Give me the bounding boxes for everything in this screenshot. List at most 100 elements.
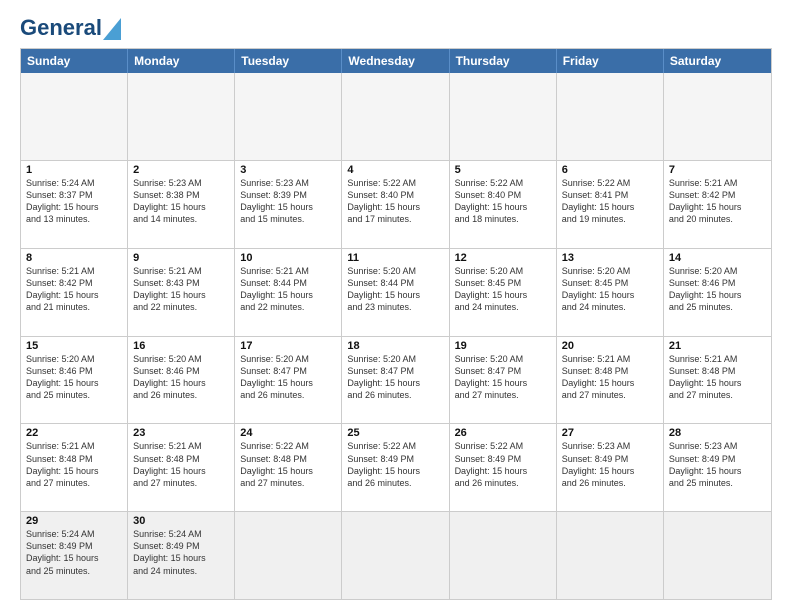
day-info: Sunrise: 5:21 AMSunset: 8:44 PMDaylight:… xyxy=(240,265,336,314)
calendar-cell-3: 3Sunrise: 5:23 AMSunset: 8:39 PMDaylight… xyxy=(235,161,342,248)
day-number: 9 xyxy=(133,252,229,264)
calendar-cell-19: 19Sunrise: 5:20 AMSunset: 8:47 PMDayligh… xyxy=(450,337,557,424)
day-info: Sunrise: 5:20 AMSunset: 8:47 PMDaylight:… xyxy=(240,353,336,402)
day-number: 26 xyxy=(455,427,551,439)
day-info: Sunrise: 5:23 AMSunset: 8:39 PMDaylight:… xyxy=(240,177,336,226)
day-info: Sunrise: 5:23 AMSunset: 8:38 PMDaylight:… xyxy=(133,177,229,226)
calendar-header: SundayMondayTuesdayWednesdayThursdayFrid… xyxy=(21,49,771,73)
day-number: 10 xyxy=(240,252,336,264)
calendar-cell-empty xyxy=(450,73,557,160)
day-number: 3 xyxy=(240,164,336,176)
calendar-cell-7: 7Sunrise: 5:21 AMSunset: 8:42 PMDaylight… xyxy=(664,161,771,248)
day-number: 11 xyxy=(347,252,443,264)
day-number: 23 xyxy=(133,427,229,439)
logo: General xyxy=(20,16,121,38)
calendar-cell-16: 16Sunrise: 5:20 AMSunset: 8:46 PMDayligh… xyxy=(128,337,235,424)
day-number: 29 xyxy=(26,515,122,527)
header-day-saturday: Saturday xyxy=(664,49,771,73)
day-info: Sunrise: 5:24 AMSunset: 8:49 PMDaylight:… xyxy=(133,528,229,577)
calendar-cell-empty xyxy=(21,73,128,160)
header: General xyxy=(20,16,772,38)
header-day-tuesday: Tuesday xyxy=(235,49,342,73)
calendar-cell-22: 22Sunrise: 5:21 AMSunset: 8:48 PMDayligh… xyxy=(21,424,128,511)
calendar-cell-empty xyxy=(235,73,342,160)
calendar-cell-empty xyxy=(128,73,235,160)
day-info: Sunrise: 5:21 AMSunset: 8:48 PMDaylight:… xyxy=(562,353,658,402)
calendar-cell-10: 10Sunrise: 5:21 AMSunset: 8:44 PMDayligh… xyxy=(235,249,342,336)
day-info: Sunrise: 5:22 AMSunset: 8:49 PMDaylight:… xyxy=(347,440,443,489)
calendar-row-2: 8Sunrise: 5:21 AMSunset: 8:42 PMDaylight… xyxy=(21,248,771,336)
calendar-cell-6: 6Sunrise: 5:22 AMSunset: 8:41 PMDaylight… xyxy=(557,161,664,248)
day-info: Sunrise: 5:22 AMSunset: 8:48 PMDaylight:… xyxy=(240,440,336,489)
calendar-cell-13: 13Sunrise: 5:20 AMSunset: 8:45 PMDayligh… xyxy=(557,249,664,336)
calendar-cell-empty xyxy=(235,512,342,599)
logo-text: General xyxy=(20,16,102,40)
day-info: Sunrise: 5:21 AMSunset: 8:48 PMDaylight:… xyxy=(669,353,766,402)
calendar-cell-20: 20Sunrise: 5:21 AMSunset: 8:48 PMDayligh… xyxy=(557,337,664,424)
day-info: Sunrise: 5:21 AMSunset: 8:42 PMDaylight:… xyxy=(26,265,122,314)
calendar-cell-1: 1Sunrise: 5:24 AMSunset: 8:37 PMDaylight… xyxy=(21,161,128,248)
calendar-cell-21: 21Sunrise: 5:21 AMSunset: 8:48 PMDayligh… xyxy=(664,337,771,424)
day-info: Sunrise: 5:22 AMSunset: 8:49 PMDaylight:… xyxy=(455,440,551,489)
day-number: 12 xyxy=(455,252,551,264)
day-number: 15 xyxy=(26,340,122,352)
calendar-row-1: 1Sunrise: 5:24 AMSunset: 8:37 PMDaylight… xyxy=(21,160,771,248)
day-info: Sunrise: 5:21 AMSunset: 8:42 PMDaylight:… xyxy=(669,177,766,226)
header-day-monday: Monday xyxy=(128,49,235,73)
calendar-cell-2: 2Sunrise: 5:23 AMSunset: 8:38 PMDaylight… xyxy=(128,161,235,248)
day-number: 7 xyxy=(669,164,766,176)
day-info: Sunrise: 5:22 AMSunset: 8:41 PMDaylight:… xyxy=(562,177,658,226)
day-number: 22 xyxy=(26,427,122,439)
calendar-body: 1Sunrise: 5:24 AMSunset: 8:37 PMDaylight… xyxy=(21,73,771,599)
day-number: 20 xyxy=(562,340,658,352)
day-info: Sunrise: 5:20 AMSunset: 8:47 PMDaylight:… xyxy=(347,353,443,402)
day-number: 25 xyxy=(347,427,443,439)
day-number: 18 xyxy=(347,340,443,352)
day-number: 30 xyxy=(133,515,229,527)
day-info: Sunrise: 5:23 AMSunset: 8:49 PMDaylight:… xyxy=(669,440,766,489)
calendar-cell-26: 26Sunrise: 5:22 AMSunset: 8:49 PMDayligh… xyxy=(450,424,557,511)
day-info: Sunrise: 5:21 AMSunset: 8:48 PMDaylight:… xyxy=(133,440,229,489)
day-number: 28 xyxy=(669,427,766,439)
calendar-cell-17: 17Sunrise: 5:20 AMSunset: 8:47 PMDayligh… xyxy=(235,337,342,424)
day-info: Sunrise: 5:20 AMSunset: 8:46 PMDaylight:… xyxy=(133,353,229,402)
calendar-cell-empty xyxy=(342,512,449,599)
calendar-cell-29: 29Sunrise: 5:24 AMSunset: 8:49 PMDayligh… xyxy=(21,512,128,599)
calendar-cell-23: 23Sunrise: 5:21 AMSunset: 8:48 PMDayligh… xyxy=(128,424,235,511)
calendar-cell-15: 15Sunrise: 5:20 AMSunset: 8:46 PMDayligh… xyxy=(21,337,128,424)
day-info: Sunrise: 5:20 AMSunset: 8:44 PMDaylight:… xyxy=(347,265,443,314)
day-number: 4 xyxy=(347,164,443,176)
logo-triangle-icon xyxy=(103,18,121,40)
day-info: Sunrise: 5:24 AMSunset: 8:37 PMDaylight:… xyxy=(26,177,122,226)
calendar-row-4: 22Sunrise: 5:21 AMSunset: 8:48 PMDayligh… xyxy=(21,423,771,511)
page: General SundayMondayTuesdayWednesdayThur… xyxy=(0,0,792,612)
day-number: 24 xyxy=(240,427,336,439)
calendar-cell-27: 27Sunrise: 5:23 AMSunset: 8:49 PMDayligh… xyxy=(557,424,664,511)
calendar-cell-empty xyxy=(342,73,449,160)
calendar-cell-empty xyxy=(450,512,557,599)
day-number: 13 xyxy=(562,252,658,264)
day-info: Sunrise: 5:20 AMSunset: 8:46 PMDaylight:… xyxy=(26,353,122,402)
day-number: 8 xyxy=(26,252,122,264)
day-number: 17 xyxy=(240,340,336,352)
calendar-row-5: 29Sunrise: 5:24 AMSunset: 8:49 PMDayligh… xyxy=(21,511,771,599)
calendar-cell-25: 25Sunrise: 5:22 AMSunset: 8:49 PMDayligh… xyxy=(342,424,449,511)
day-info: Sunrise: 5:20 AMSunset: 8:45 PMDaylight:… xyxy=(455,265,551,314)
day-number: 14 xyxy=(669,252,766,264)
calendar-cell-12: 12Sunrise: 5:20 AMSunset: 8:45 PMDayligh… xyxy=(450,249,557,336)
day-number: 19 xyxy=(455,340,551,352)
calendar-cell-11: 11Sunrise: 5:20 AMSunset: 8:44 PMDayligh… xyxy=(342,249,449,336)
header-day-friday: Friday xyxy=(557,49,664,73)
day-info: Sunrise: 5:20 AMSunset: 8:47 PMDaylight:… xyxy=(455,353,551,402)
day-info: Sunrise: 5:24 AMSunset: 8:49 PMDaylight:… xyxy=(26,528,122,577)
day-number: 1 xyxy=(26,164,122,176)
day-number: 2 xyxy=(133,164,229,176)
day-info: Sunrise: 5:23 AMSunset: 8:49 PMDaylight:… xyxy=(562,440,658,489)
day-number: 27 xyxy=(562,427,658,439)
calendar-cell-empty xyxy=(664,512,771,599)
day-number: 5 xyxy=(455,164,551,176)
day-number: 21 xyxy=(669,340,766,352)
day-info: Sunrise: 5:22 AMSunset: 8:40 PMDaylight:… xyxy=(347,177,443,226)
day-info: Sunrise: 5:21 AMSunset: 8:48 PMDaylight:… xyxy=(26,440,122,489)
calendar-cell-empty xyxy=(557,73,664,160)
